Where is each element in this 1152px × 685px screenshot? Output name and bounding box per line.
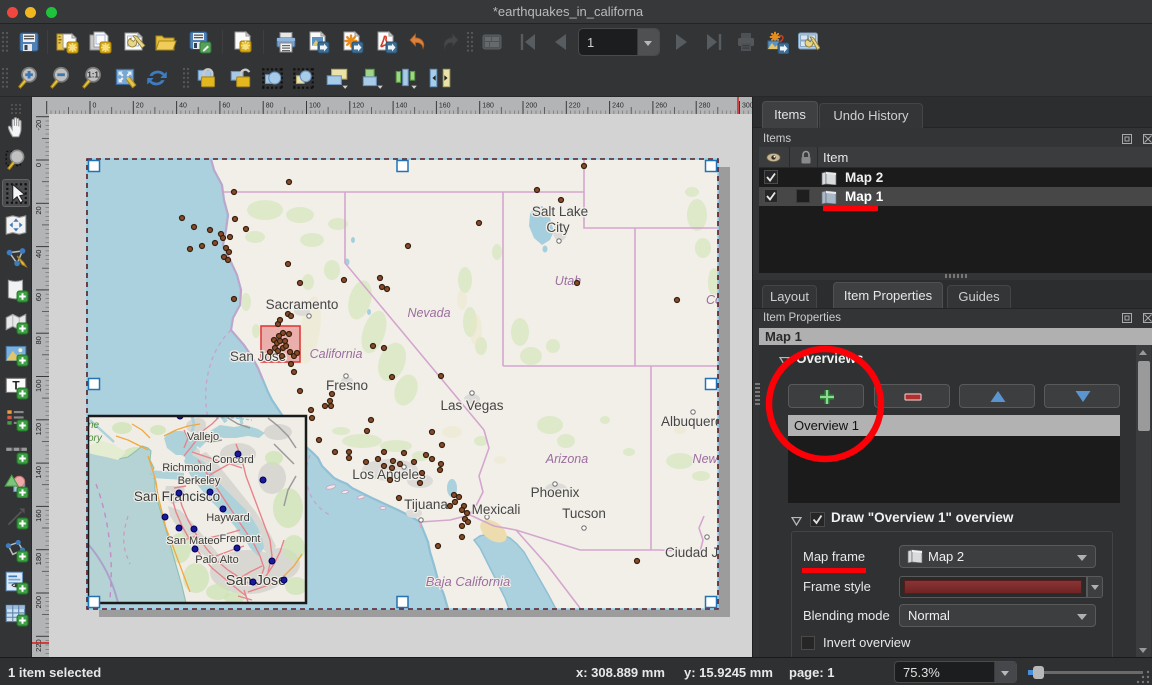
svg-text:Baja California: Baja California [426,574,511,589]
svg-text:Fremont: Fremont [220,533,261,545]
svg-text:Hayward: Hayward [206,512,249,524]
svg-text:220: 220 [569,103,581,110]
svg-text:200: 200 [34,596,43,609]
svg-text:280: 280 [699,103,711,110]
svg-text:300: 300 [742,103,752,110]
svg-text:40: 40 [179,103,187,110]
svg-text:Co: Co [706,293,722,307]
svg-text:220: 220 [34,639,43,652]
svg-text:City: City [546,220,569,235]
svg-text:Ciudad Ju: Ciudad Ju [665,545,726,560]
svg-text:Tijuana: Tijuana [404,497,448,512]
svg-text:Las Vegas: Las Vegas [440,398,503,413]
svg-text:20: 20 [34,206,43,214]
svg-text:Mexicali: Mexicali [472,502,521,517]
svg-text:260: 260 [655,103,667,110]
svg-text:200: 200 [526,103,538,110]
svg-text:60: 60 [222,103,230,110]
svg-text:1:1: 1:1 [87,71,99,80]
svg-text:120: 120 [352,103,364,110]
svg-text:Arizona: Arizona [545,452,588,466]
svg-text:Phoenix: Phoenix [531,485,580,500]
svg-text:180: 180 [34,553,43,566]
svg-text:Albuquerq: Albuquerq [661,414,723,429]
svg-text:100: 100 [309,103,321,110]
svg-text:Tucson: Tucson [562,506,606,521]
svg-text:140: 140 [396,103,408,110]
svg-text:-20: -20 [34,120,43,131]
svg-text:Richmond: Richmond [162,462,212,474]
svg-text:40: 40 [34,250,43,258]
svg-text:240: 240 [612,103,624,110]
svg-text:Berkeley: Berkeley [178,475,221,487]
svg-text:Nevada: Nevada [407,306,450,320]
svg-text:Fresno: Fresno [326,378,368,393]
svg-text:Vallejo: Vallejo [187,431,219,443]
svg-text:120: 120 [34,423,43,436]
svg-text:0: 0 [34,163,43,167]
svg-text:California: California [310,347,363,361]
svg-text:160: 160 [34,509,43,522]
svg-text:Salt Lake: Salt Lake [532,204,588,219]
svg-text:80: 80 [34,336,43,344]
svg-text:ory: ory [88,433,103,444]
svg-text:160: 160 [439,103,451,110]
svg-text:Palo Alto: Palo Alto [195,554,238,566]
svg-text:60: 60 [34,293,43,301]
svg-text:180: 180 [482,103,494,110]
svg-text:100: 100 [34,380,43,393]
svg-text:San Mateo: San Mateo [166,535,219,547]
svg-text:140: 140 [34,466,43,479]
svg-text:0: 0 [93,103,97,110]
svg-text:80: 80 [266,103,274,110]
svg-text:Concord: Concord [212,454,254,466]
svg-text:Sacramento: Sacramento [266,297,339,312]
svg-text:New M: New M [693,452,726,466]
svg-text:20: 20 [136,103,144,110]
svg-text:ne: ne [88,420,100,431]
